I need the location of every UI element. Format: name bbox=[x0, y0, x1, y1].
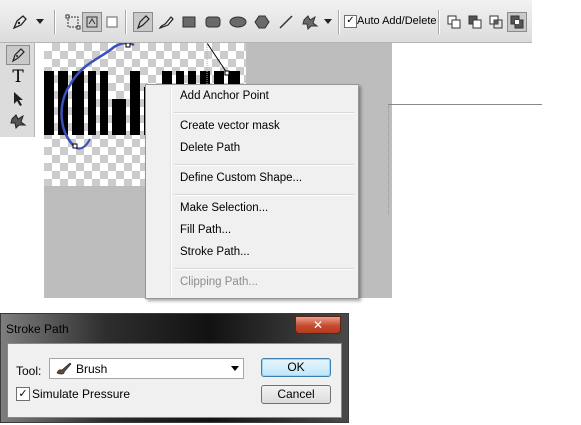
brush-icon bbox=[55, 361, 73, 378]
exclude-overlapping-path-areas-icon[interactable] bbox=[507, 12, 527, 32]
pen-tool-icon[interactable] bbox=[133, 12, 153, 32]
rounded-rectangle-tool-icon[interactable] bbox=[203, 12, 223, 32]
context-menu: Add Anchor Point Create vector mask Dele… bbox=[145, 84, 359, 299]
shape-dropdown-icon[interactable] bbox=[322, 12, 334, 32]
menu-separator bbox=[174, 164, 354, 166]
handle-point bbox=[224, 70, 230, 76]
separator bbox=[125, 10, 127, 34]
options-bar: ✓ Auto Add/Delete bbox=[0, 0, 532, 43]
tool-select[interactable]: Brush bbox=[49, 358, 244, 379]
chevron-down-icon bbox=[231, 366, 239, 371]
freeform-pen-icon[interactable] bbox=[156, 12, 176, 32]
tool-label: Tool: bbox=[16, 364, 42, 378]
separator bbox=[438, 10, 440, 34]
custom-shape-icon[interactable] bbox=[6, 111, 30, 131]
menu-gutter bbox=[170, 87, 172, 296]
tool-preset-dropdown-icon[interactable] bbox=[34, 12, 46, 32]
direction-handle bbox=[206, 43, 228, 74]
subtract-from-path-area-icon[interactable] bbox=[465, 12, 485, 32]
rectangle-tool-icon[interactable] bbox=[179, 12, 199, 32]
path-selection-arrow-icon[interactable] bbox=[6, 89, 30, 109]
ok-button[interactable]: OK bbox=[261, 358, 331, 377]
ellipse-tool-icon[interactable] bbox=[228, 12, 248, 32]
simulate-pressure-checkbox[interactable]: ✓ bbox=[16, 387, 30, 401]
guide-line-horizontal bbox=[388, 104, 542, 105]
pen-icon[interactable] bbox=[6, 45, 30, 65]
tools-panel: T bbox=[0, 43, 35, 137]
close-button[interactable]: ✕ bbox=[295, 316, 341, 334]
tool-preset-pen-icon[interactable] bbox=[10, 12, 30, 32]
anchor-point bbox=[125, 43, 131, 48]
guide-line-vertical bbox=[388, 106, 390, 214]
menu-item-delete-path[interactable]: Delete Path bbox=[180, 142, 240, 154]
type-icon[interactable]: T bbox=[6, 67, 30, 87]
separator bbox=[338, 10, 340, 34]
dialog-body: Tool: Brush ✓ Simulate Pressure OK Cance… bbox=[7, 343, 342, 418]
cancel-button[interactable]: Cancel bbox=[261, 385, 331, 404]
tool-select-value: Brush bbox=[76, 362, 108, 376]
menu-item-define-custom-shape[interactable]: Define Custom Shape... bbox=[180, 172, 302, 184]
menu-item-add-anchor-point[interactable]: Add Anchor Point bbox=[180, 90, 269, 102]
menu-item-fill-path[interactable]: Fill Path... bbox=[180, 224, 231, 236]
menu-separator bbox=[174, 268, 354, 270]
stroke-path-dialog: Stroke Path ✕ Tool: Brush ✓ Simulate Pre… bbox=[0, 313, 349, 423]
menu-item-clipping-path: Clipping Path... bbox=[180, 276, 258, 288]
add-to-path-area-icon[interactable] bbox=[444, 12, 464, 32]
fill-pixels-mode-icon[interactable] bbox=[102, 12, 122, 32]
intersect-path-areas-icon[interactable] bbox=[486, 12, 506, 32]
dialog-title: Stroke Path bbox=[6, 322, 69, 336]
line-tool-icon[interactable] bbox=[276, 12, 296, 32]
auto-add-delete-checkbox[interactable]: ✓ bbox=[344, 15, 357, 28]
anchor-point bbox=[72, 143, 78, 149]
menu-item-make-selection[interactable]: Make Selection... bbox=[180, 202, 268, 214]
auto-add-delete-label: Auto Add/Delete bbox=[357, 15, 437, 27]
polygon-tool-icon[interactable] bbox=[252, 12, 272, 32]
separator bbox=[54, 10, 56, 34]
menu-item-create-vector-mask[interactable]: Create vector mask bbox=[180, 120, 280, 132]
custom-shape-tool-icon[interactable] bbox=[300, 12, 320, 32]
paths-mode-icon[interactable] bbox=[82, 12, 102, 32]
menu-item-stroke-path[interactable]: Stroke Path... bbox=[180, 246, 250, 258]
simulate-pressure-label: Simulate Pressure bbox=[32, 387, 131, 401]
menu-separator bbox=[174, 112, 354, 114]
menu-separator bbox=[174, 194, 354, 196]
shape-layers-mode-icon[interactable] bbox=[63, 12, 83, 32]
